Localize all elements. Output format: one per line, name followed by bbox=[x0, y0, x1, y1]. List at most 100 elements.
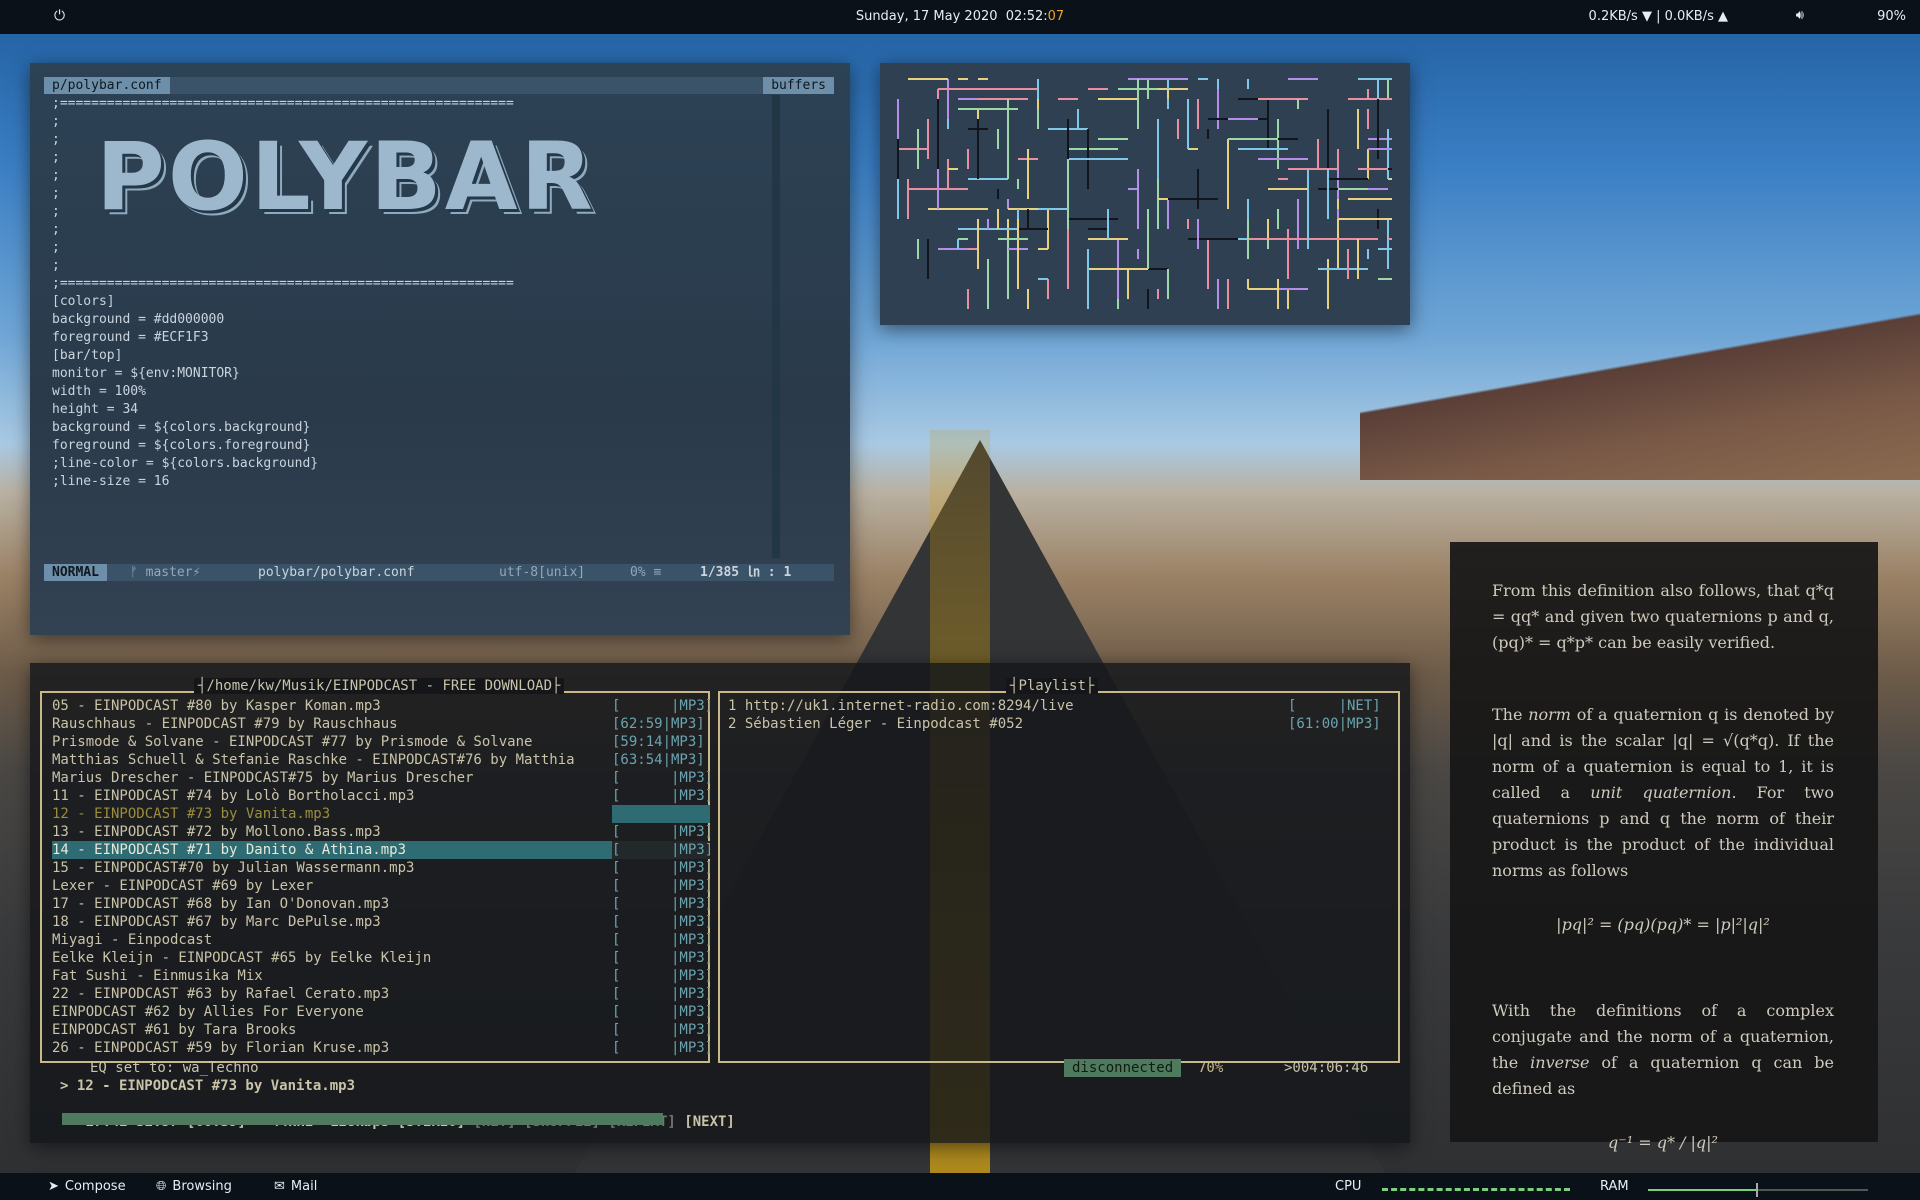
track-row[interactable]: Eelke Kleijn - EINPODCAST #65 by Eelke K… bbox=[52, 949, 612, 967]
encoding: utf-8[unix] bbox=[499, 565, 586, 580]
track-row[interactable]: 22 - EINPODCAST #63 by Rafael Cerato.mp3 bbox=[52, 985, 612, 1003]
ram-marker bbox=[1756, 1183, 1758, 1197]
code-line: background = ${colors.background} bbox=[52, 420, 311, 435]
track-duration: [ |MP3] bbox=[612, 896, 714, 912]
track-row[interactable]: 12 - EINPODCAST #73 by Vanita.mp3 bbox=[52, 805, 612, 823]
cursor-position: 1/385 ㏑ : 1 bbox=[700, 565, 792, 580]
track-row[interactable]: Rauschhaus - EINPODCAST #79 by Rauschhau… bbox=[52, 715, 612, 733]
track-row[interactable]: EINPODCAST #61 by Tara Brooks bbox=[52, 1021, 612, 1039]
maze-window[interactable] bbox=[880, 63, 1410, 325]
term-norm: norm bbox=[1528, 705, 1571, 724]
ram-label: RAM bbox=[1600, 1179, 1629, 1194]
time-remaining: >004:06:46 bbox=[1284, 1060, 1369, 1076]
bottom-bar: ➤ Compose 🌐︎ Browsing ✉ Mail CPU RAM bbox=[0, 1173, 1920, 1200]
track-duration: [ |MP3] bbox=[612, 1040, 714, 1056]
track-row[interactable]: Miyagi - Einpodcast bbox=[52, 931, 612, 949]
globe-icon: 🌐︎ bbox=[156, 1179, 167, 1194]
mode-indicator: NORMAL bbox=[44, 564, 107, 581]
paragraph-definition: From this definition also follows, that … bbox=[1492, 581, 1834, 652]
vim-window[interactable]: p/polybar.conf buffers ;================… bbox=[30, 63, 850, 635]
playlist-frame bbox=[718, 691, 1400, 1063]
track-row[interactable]: 14 - EINPODCAST #71 by Danito & Athina.m… bbox=[52, 841, 612, 859]
code-line: foreground = #ECF1F3 bbox=[52, 330, 209, 345]
code-line: ;line-size = 16 bbox=[52, 474, 170, 489]
track-row[interactable]: EINPODCAST #62 by Allies For Everyone bbox=[52, 1003, 612, 1021]
playlist-row[interactable]: 1 http://uk1.internet-radio.com:8294/liv… bbox=[728, 697, 1074, 715]
term-unit-quaternion: unit quaternion bbox=[1590, 783, 1732, 802]
progress-track[interactable] bbox=[60, 1111, 1398, 1127]
code-line: [colors] bbox=[52, 294, 115, 309]
code-line: height = 34 bbox=[52, 402, 139, 417]
track-row[interactable]: 11 - EINPODCAST #74 by Lolò Bortholacci.… bbox=[52, 787, 612, 805]
code-line: width = 100% bbox=[52, 384, 146, 399]
track-duration bbox=[612, 805, 710, 823]
network-speed: 0.2KB/s ▼ | 0.0KB/s ▲ bbox=[1588, 9, 1728, 24]
vim-scrollbar[interactable] bbox=[772, 95, 780, 558]
top-bar: ⏻ Sunday, 17 May 2020 02:52:07 0.2KB/s ▼… bbox=[0, 0, 1920, 34]
vim-tabline: p/polybar.conf buffers bbox=[44, 77, 834, 94]
track-duration: [ |MP3] bbox=[612, 788, 714, 804]
workspace-browsing[interactable]: 🌐︎ Browsing bbox=[156, 1179, 232, 1194]
code-line: background = #dd000000 bbox=[52, 312, 225, 327]
track-duration: [ |MP3] bbox=[612, 841, 714, 859]
track-duration: [ |MP3] bbox=[612, 1004, 714, 1020]
track-duration: [62:59|MP3] bbox=[612, 716, 705, 732]
track-duration: [ |MP3] bbox=[612, 1022, 714, 1038]
cpu-label: CPU bbox=[1335, 1179, 1362, 1194]
track-row[interactable]: Prismode & Solvane - EINPODCAST #77 by P… bbox=[52, 733, 612, 751]
track-duration: [ |MP3] bbox=[612, 968, 714, 984]
ram-graph-free bbox=[1758, 1189, 1868, 1191]
status-filename: polybar/polybar.conf bbox=[258, 565, 415, 580]
code-line: [bar/top] bbox=[52, 348, 123, 363]
playlist-duration: [ |NET] bbox=[1288, 698, 1381, 714]
vim-statusline: NORMAL ᚠ master⚡ polybar/polybar.conf ut… bbox=[44, 564, 834, 581]
status-badge: disconnected bbox=[1064, 1059, 1182, 1077]
track-duration: [ |MP3] bbox=[612, 914, 714, 930]
cmus-window[interactable]: ┤/home/kw/Musik/EINPODCAST - FREE DOWNLO… bbox=[30, 663, 1410, 1143]
track-duration: [ |MP3] bbox=[612, 698, 714, 714]
send-icon: ➤ bbox=[48, 1179, 59, 1194]
track-duration: [ |MP3] bbox=[612, 986, 714, 1002]
scroll-percent: 0% ≡ bbox=[630, 565, 662, 580]
tab-buffers[interactable]: buffers bbox=[763, 77, 834, 94]
workspace-compose[interactable]: ➤ Compose bbox=[48, 1179, 126, 1194]
code-line: ;line-color = ${colors.background} bbox=[52, 456, 319, 471]
playlist-row[interactable]: 2 Sébastien Léger - Einpodcast #052 bbox=[728, 715, 1023, 733]
code-line: ; bbox=[52, 240, 60, 255]
track-row[interactable]: 13 - EINPODCAST #72 by Mollono.Bass.mp3 bbox=[52, 823, 612, 841]
code-line: ;=======================================… bbox=[52, 96, 514, 111]
track-row[interactable]: Lexer - EINPODCAST #69 by Lexer bbox=[52, 877, 612, 895]
maze-drawing bbox=[897, 78, 1392, 309]
track-row[interactable]: Fat Sushi - Einmusika Mix bbox=[52, 967, 612, 985]
track-row[interactable]: 05 - EINPODCAST #80 by Kasper Koman.mp3 bbox=[52, 697, 612, 715]
battery-level: 90% bbox=[1877, 9, 1906, 24]
speaker-icon[interactable]: 🔊︎ bbox=[1796, 8, 1804, 23]
wallpaper-mountains bbox=[1360, 300, 1920, 480]
track-duration: [ |MP3] bbox=[612, 824, 714, 840]
track-row[interactable]: Matthias Schuell & Stefanie Raschke - EI… bbox=[52, 751, 612, 769]
track-row[interactable]: 18 - EINPODCAST #67 by Marc DePulse.mp3 bbox=[52, 913, 612, 931]
equation-norm: |pq|² = (pq)(pq)* = |p|²|q|² bbox=[1556, 915, 1770, 934]
text: The bbox=[1492, 705, 1529, 724]
track-duration: [ |MP3] bbox=[612, 860, 714, 876]
code-line: ;=======================================… bbox=[52, 276, 514, 291]
progress-fill bbox=[62, 1113, 664, 1125]
tab-file[interactable]: p/polybar.conf bbox=[44, 77, 170, 94]
track-duration: [ |MP3] bbox=[612, 770, 714, 786]
track-row[interactable]: 15 - EINPODCAST#70 by Julian Wassermann.… bbox=[52, 859, 612, 877]
workspace-mail[interactable]: ✉ Mail bbox=[274, 1179, 317, 1194]
track-row[interactable]: 17 - EINPODCAST #68 by Ian O'Donovan.mp3 bbox=[52, 895, 612, 913]
workspace-label: Browsing bbox=[172, 1179, 232, 1194]
paragraph-inverse: With the definitions of a complex conjug… bbox=[1492, 998, 1834, 1102]
time-label: 02:52: bbox=[1005, 9, 1048, 24]
track-row[interactable]: Marius Drescher - EINPODCAST#75 by Mariu… bbox=[52, 769, 612, 787]
equation-inverse: q⁻¹ = q* / |q|² bbox=[1608, 1133, 1718, 1152]
code-line: foreground = ${colors.foreground} bbox=[52, 438, 311, 453]
library-title-text: /home/kw/Musik/EINPODCAST - FREE DOWNLOA… bbox=[206, 678, 553, 694]
code-line: ; bbox=[52, 258, 60, 273]
track-row[interactable]: 26 - EINPODCAST #59 by Florian Kruse.mp3 bbox=[52, 1039, 612, 1057]
ram-graph bbox=[1648, 1189, 1758, 1191]
eq-status: EQ set to: wa_Techno bbox=[90, 1060, 259, 1076]
volume-level: 70% bbox=[1198, 1060, 1224, 1076]
track-duration: [ |MP3] bbox=[612, 950, 714, 966]
